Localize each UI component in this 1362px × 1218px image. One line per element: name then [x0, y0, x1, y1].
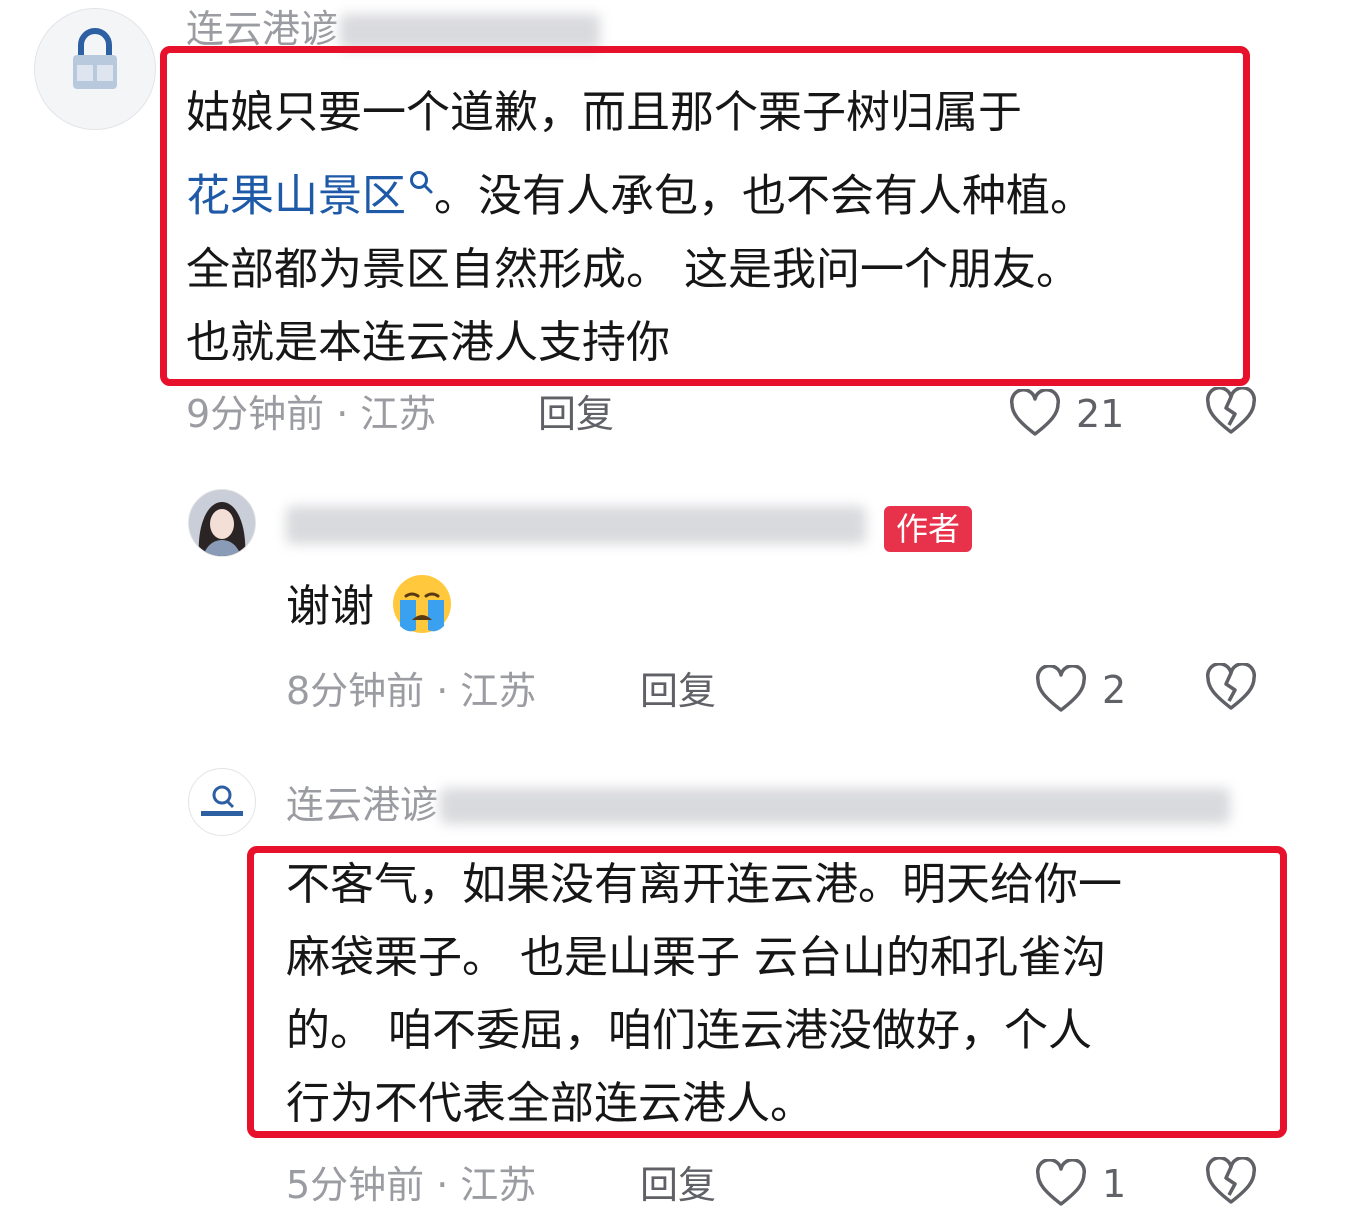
emoji-text: 😭 — [421, 633, 423, 635]
dislike-button[interactable] — [1204, 386, 1258, 441]
comment-time: 8分钟前 — [286, 669, 425, 713]
blurred-username — [440, 788, 1230, 824]
avatar[interactable] — [188, 768, 256, 836]
like-button[interactable]: 21 — [1008, 389, 1124, 439]
broken-heart-icon — [1205, 1156, 1257, 1204]
heart-icon — [1035, 665, 1087, 712]
avatar-logo-icon — [190, 770, 254, 834]
blurred-username — [286, 506, 866, 544]
like-count: 1 — [1102, 1162, 1127, 1206]
comment-time: 9分钟前 — [186, 392, 325, 436]
blurred-username — [340, 14, 600, 50]
highlight-box — [247, 846, 1287, 1138]
author-badge: 作者 — [884, 506, 973, 552]
like-count: 2 — [1102, 668, 1127, 712]
avatar-photo-icon — [189, 490, 255, 556]
avatar-logo-icon — [35, 9, 155, 129]
comment-location: 江苏 — [360, 392, 437, 436]
comment-username[interactable]: 连云港谚 — [286, 786, 438, 824]
broken-heart-icon — [1205, 386, 1257, 434]
comment-meta: 9分钟前 · 江苏 — [186, 395, 436, 433]
comment-meta: 5分钟前 · 江苏 — [286, 1166, 536, 1204]
avatar[interactable] — [188, 489, 256, 557]
separator: · — [336, 392, 349, 436]
like-button[interactable]: 1 — [1034, 1159, 1126, 1209]
comment-time: 5分钟前 — [286, 1163, 425, 1207]
dislike-button[interactable] — [1204, 662, 1258, 717]
crying-face-emoji: 😭 — [390, 572, 454, 640]
separator: · — [436, 1163, 449, 1207]
highlight-box — [160, 46, 1250, 386]
reply-button[interactable]: 回复 — [640, 1166, 716, 1204]
broken-heart-icon — [1205, 662, 1257, 710]
like-button[interactable]: 2 — [1034, 665, 1126, 715]
dislike-button[interactable] — [1204, 1156, 1258, 1211]
comment-text: 谢谢 — [286, 570, 374, 643]
comment-location: 江苏 — [460, 1163, 537, 1207]
separator: · — [436, 669, 449, 713]
comment-meta: 8分钟前 · 江苏 — [286, 672, 536, 710]
avatar[interactable] — [34, 8, 156, 130]
heart-icon — [1035, 1159, 1087, 1206]
comment-line: 谢谢 — [286, 581, 374, 632]
comment-location: 江苏 — [460, 669, 537, 713]
like-count: 21 — [1076, 392, 1125, 436]
comment-username[interactable]: 连云港谚 — [186, 10, 338, 48]
heart-icon — [1009, 389, 1061, 436]
reply-button[interactable]: 回复 — [538, 395, 614, 433]
reply-button[interactable]: 回复 — [640, 672, 716, 710]
